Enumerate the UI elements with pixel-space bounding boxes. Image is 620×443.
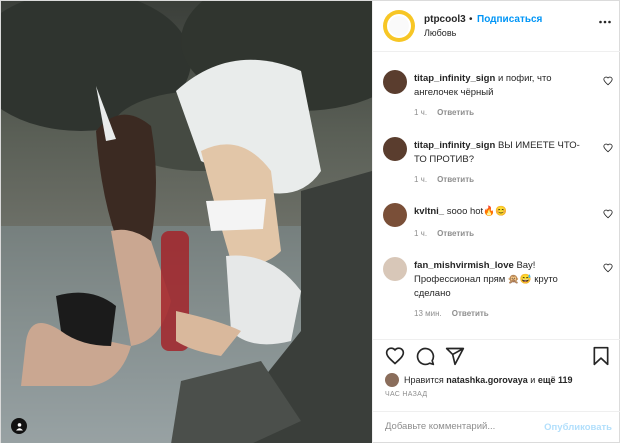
separator-dot: •: [469, 14, 473, 25]
reply-button[interactable]: Ответить: [437, 108, 474, 117]
comment-username[interactable]: titap_infinity_sign: [414, 73, 495, 84]
photo-illustration: [1, 1, 372, 443]
follow-button[interactable]: Подписаться: [477, 14, 542, 25]
likes-count[interactable]: ещё 119: [538, 375, 573, 385]
likes-mid: и: [530, 375, 536, 385]
heart-icon[interactable]: [603, 76, 613, 86]
comment-time: 1 ч.: [414, 175, 428, 184]
post-header: ptpcool3 • Подписаться Любовь: [373, 1, 620, 52]
publish-button[interactable]: Опубликовать: [544, 422, 612, 433]
likes-summary: Нравится natashka.gorovaya и ещё 119: [385, 373, 572, 387]
comment-avatar[interactable]: [383, 257, 407, 281]
comment-input[interactable]: [385, 421, 545, 432]
location-label[interactable]: Любовь: [424, 28, 456, 38]
comment-item: titap_infinity_sign ВЫ ИМЕЕТЕ ЧТО-ТО ПРО…: [383, 137, 613, 187]
comments-list: titap_infinity_sign и пофиг, что ангелоч…: [373, 53, 620, 339]
author-username[interactable]: ptpcool3: [424, 14, 466, 25]
user-tag-button[interactable]: [11, 418, 27, 434]
comment-time: 1 ч.: [414, 229, 428, 238]
add-comment-bar: Опубликовать: [373, 411, 620, 443]
heart-icon[interactable]: [603, 143, 613, 153]
comment-username[interactable]: kvltni_: [414, 206, 444, 217]
heart-icon[interactable]: [603, 263, 613, 273]
avatar[interactable]: [383, 10, 415, 42]
comment-item: titap_infinity_sign и пофиг, что ангелоч…: [383, 70, 613, 120]
reply-button[interactable]: Ответить: [437, 229, 474, 238]
heart-icon[interactable]: [603, 209, 613, 219]
comment-avatar[interactable]: [383, 70, 407, 94]
reply-button[interactable]: Ответить: [437, 175, 474, 184]
comment-time: 1 ч.: [414, 108, 428, 117]
bookmark-icon[interactable]: [592, 346, 610, 366]
post-photo[interactable]: [1, 1, 372, 443]
like-heart-icon[interactable]: [385, 346, 405, 366]
post-time[interactable]: ЧАС НАЗАД: [385, 391, 427, 398]
share-icon[interactable]: [445, 346, 465, 366]
user-tag-icon: [15, 422, 23, 431]
reply-button[interactable]: Ответить: [452, 309, 489, 318]
comment-avatar[interactable]: [383, 137, 407, 161]
liker-username[interactable]: natashka.gorovaya: [446, 375, 528, 385]
comment-time: 13 мин.: [414, 309, 442, 318]
comment-item: kvltni_ sooo hot🔥😊 1 ч. Ответить: [383, 203, 613, 243]
instagram-post: ptpcool3 • Подписаться Любовь titap_infi…: [0, 0, 620, 443]
liker-avatar[interactable]: [385, 373, 399, 387]
comment-item: fan_mishvirmish_love Вау! Профессионал п…: [383, 257, 613, 327]
likes-prefix: Нравится: [404, 375, 444, 385]
more-icon[interactable]: [598, 15, 612, 29]
post-actions: Нравится natashka.gorovaya и ещё 119 ЧАС…: [373, 339, 620, 399]
comment-username[interactable]: fan_mishvirmish_love: [414, 260, 514, 271]
comment-icon[interactable]: [415, 346, 435, 366]
comment-username[interactable]: titap_infinity_sign: [414, 140, 495, 151]
comment-avatar[interactable]: [383, 203, 407, 227]
post-panel: ptpcool3 • Подписаться Любовь titap_infi…: [372, 1, 620, 443]
comment-text: sooo hot🔥😊: [446, 206, 507, 217]
